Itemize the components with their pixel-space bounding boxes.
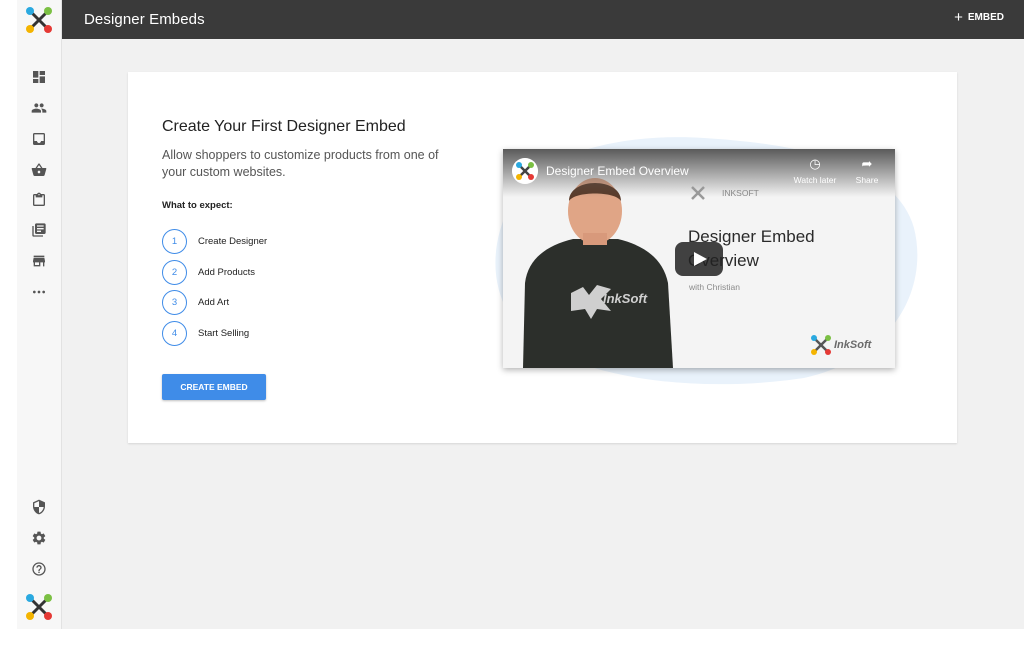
user-avatar-logo-icon[interactable] [25,593,53,621]
store-icon [33,255,45,267]
inbox-icon [33,133,45,145]
inksoft-color-mark-icon [811,335,831,355]
video-subline: with Christian [689,282,741,292]
empty-state-card: Create Your First Designer Embed Allow s… [128,72,957,443]
add-embed-button[interactable]: + EMBED [954,8,1004,26]
sidebar-item-people[interactable] [29,98,49,118]
card-title: Create Your First Designer Embed [162,118,406,135]
sidebar-item-store[interactable] [29,251,49,271]
basket-icon [31,163,47,176]
add-embed-label: EMBED [967,12,1004,23]
sidebar-item-inbox[interactable] [29,129,49,149]
video-player[interactable]: InkSoft Designer Embed Overview ◷ Watch … [503,149,895,368]
share-icon: ➦ [861,156,873,171]
sidebar-item-dashboard[interactable] [29,67,49,87]
step-item: 2 Add Products [162,260,255,285]
library-icon [32,223,46,237]
channel-logo-icon[interactable] [512,158,538,184]
expect-heading: What to expect: [162,200,233,211]
step-label: Start Selling [198,328,250,339]
people-icon [31,103,47,113]
step-item: 1 Create Designer [162,229,267,254]
sidebar-item-settings[interactable] [29,528,49,548]
page-title: Designer Embeds [84,11,205,28]
more-icon [33,290,45,294]
sidebar [17,0,62,629]
inksoft-brand-logo: InkSoft [810,334,871,356]
video-title[interactable]: Designer Embed Overview [546,164,689,178]
sidebar-item-clipboard[interactable] [29,190,49,210]
step-number: 1 [162,229,187,254]
sidebar-item-security[interactable] [29,497,49,517]
sidebar-item-library[interactable] [29,220,49,240]
app-shell: Designer Embeds + EMBED Create Your Firs… [17,0,1024,629]
svg-text:InkSoft: InkSoft [603,291,648,306]
watch-later-button[interactable]: ◷ Watch later [790,157,840,185]
step-number: 4 [162,321,187,346]
clipboard-icon [33,192,45,206]
sidebar-item-help[interactable] [29,559,49,579]
step-item: 3 Add Art [162,290,229,315]
watch-later-label: Watch later [793,175,837,185]
inksoft-mark-icon [691,186,705,200]
gear-icon [32,531,46,545]
inksoft-logo-icon[interactable] [25,6,53,34]
create-embed-button[interactable]: CREATE EMBED [162,374,266,400]
help-icon [32,562,46,576]
step-label: Add Products [198,267,256,278]
card-description: Allow shoppers to customize products fro… [162,148,439,179]
plus-icon: + [954,8,963,26]
brand-logo-label: InkSoft [834,339,872,351]
play-button[interactable] [675,242,723,276]
shield-icon [33,499,45,515]
clock-icon: ◷ [809,156,821,171]
sidebar-item-basket[interactable] [29,160,49,180]
step-item: 4 Start Selling [162,321,249,346]
step-label: Add Art [198,297,230,308]
dashboard-icon [33,71,45,83]
top-bar: Designer Embeds + EMBED [62,0,1024,39]
step-number: 2 [162,260,187,285]
brand-small-label: INKSOFT [722,188,759,198]
step-label: Create Designer [198,236,268,247]
share-button[interactable]: ➦ Share [842,157,892,185]
sidebar-item-more[interactable] [29,282,49,302]
step-number: 3 [162,290,187,315]
share-label: Share [855,175,879,185]
video-brand-small: INKSOFT [688,183,759,203]
